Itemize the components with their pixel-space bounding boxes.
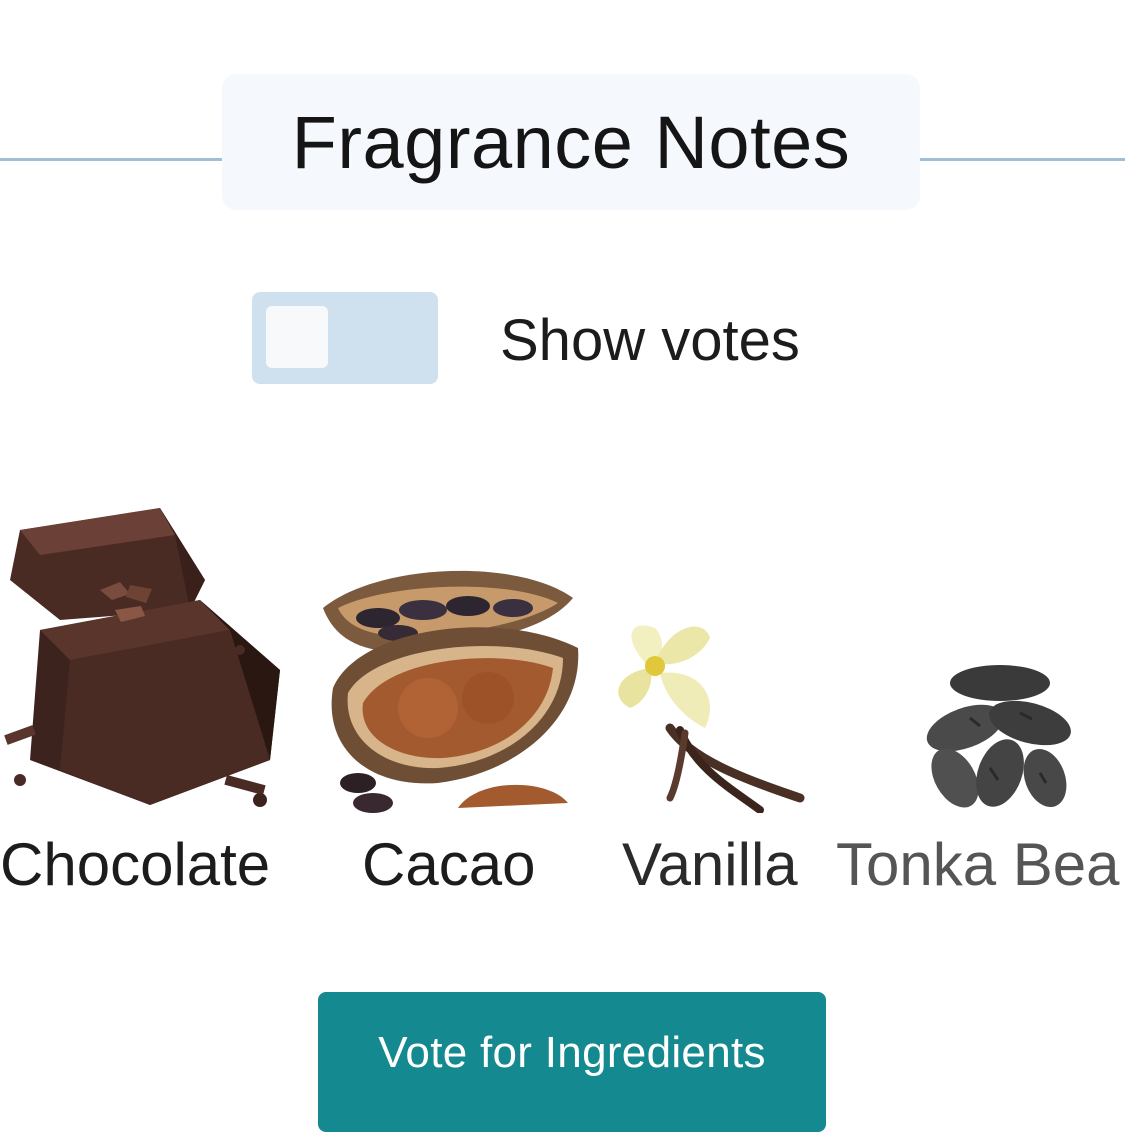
tonka-bean-image: [920, 658, 1078, 818]
vote-for-ingredients-button[interactable]: Vote for Ingredients: [318, 992, 826, 1132]
vote-button-label: Vote for Ingredients: [378, 1028, 766, 1077]
header-divider-left: [0, 158, 226, 161]
note-item-chocolate[interactable]: Chocolate: [0, 490, 300, 910]
header-divider-right: [918, 158, 1125, 161]
note-item-vanilla[interactable]: Vanilla: [610, 490, 820, 910]
note-label-vanilla: Vanilla: [622, 831, 798, 898]
vanilla-image: [610, 618, 810, 813]
section-header: Fragrance Notes: [222, 74, 920, 210]
section-title: Fragrance Notes: [291, 100, 851, 184]
chocolate-image: [0, 500, 294, 830]
note-label-cacao: Cacao: [362, 831, 536, 898]
note-label-tonka-bean: Tonka Bea: [836, 831, 1120, 898]
notes-list: Chocolate Cacao Vanilla Tonka Bea: [0, 490, 1125, 910]
note-item-cacao[interactable]: Cacao: [318, 490, 588, 910]
note-label-chocolate: Chocolate: [0, 831, 271, 898]
show-votes-toggle[interactable]: [252, 292, 438, 384]
note-item-tonka-bean[interactable]: Tonka Bea: [836, 490, 1125, 910]
show-votes-label: Show votes: [500, 308, 800, 373]
toggle-knob: [266, 306, 328, 368]
cacao-image: [318, 558, 586, 818]
